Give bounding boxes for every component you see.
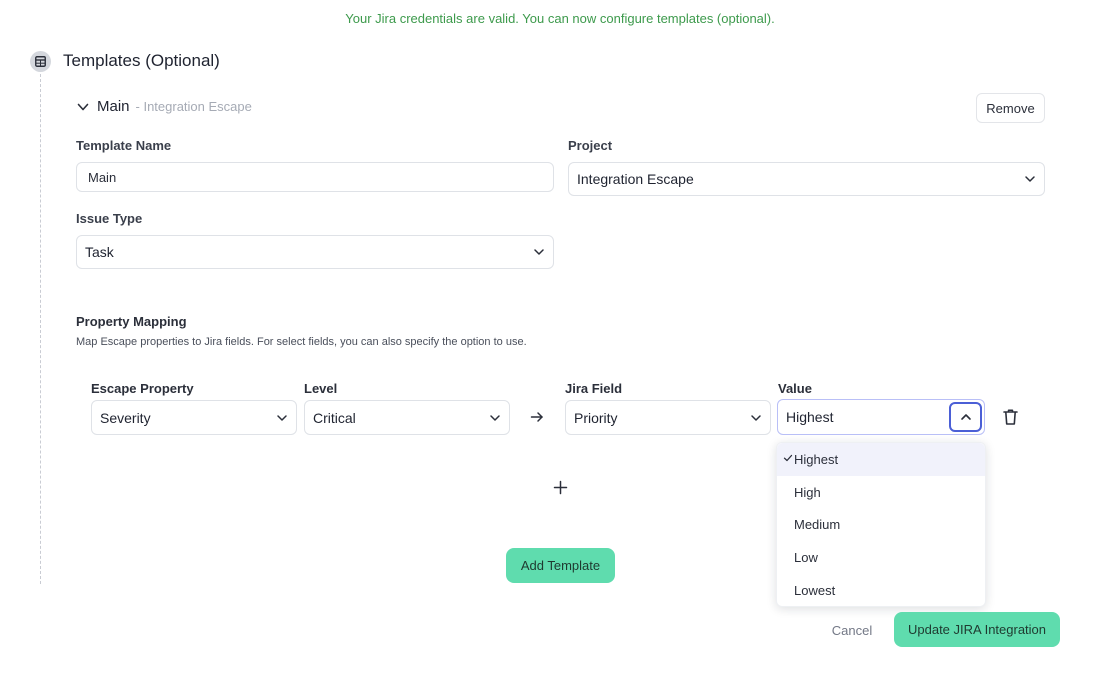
dropdown-option-lowest[interactable]: Lowest — [777, 574, 985, 607]
template-project-suffix: - Integration Escape — [135, 99, 252, 114]
cancel-button[interactable]: Cancel — [824, 613, 880, 647]
level-value: Critical — [313, 409, 356, 426]
check-icon — [783, 454, 793, 462]
level-label: Level — [304, 381, 338, 396]
escape-property-select[interactable]: Severity — [91, 400, 297, 435]
option-label: High — [794, 484, 821, 500]
trash-icon[interactable] — [1002, 408, 1019, 426]
template-name-input[interactable]: Main — [76, 162, 554, 192]
update-jira-integration-button[interactable]: Update JIRA Integration — [894, 612, 1060, 647]
escape-property-value: Severity — [100, 409, 151, 426]
dropdown-option-high[interactable]: High — [777, 476, 985, 509]
project-label: Project — [568, 138, 613, 153]
success-banner: Your Jira credentials are valid. You can… — [345, 11, 775, 26]
property-mapping-description: Map Escape properties to Jira fields. Fo… — [76, 336, 527, 348]
project-value: Integration Escape — [577, 171, 694, 187]
chevron-down-icon — [751, 414, 761, 421]
add-mapping-plus-icon[interactable] — [552, 479, 569, 496]
option-label: Low — [794, 550, 818, 566]
arrow-right-icon — [530, 412, 543, 422]
value-dropdown-toggle[interactable] — [949, 402, 982, 432]
dropdown-option-low[interactable]: Low — [777, 541, 985, 574]
add-template-button[interactable]: Add Template — [506, 548, 615, 583]
section-title: Templates (Optional) — [63, 51, 220, 70]
issue-type-select[interactable]: Task — [76, 235, 554, 269]
escape-property-label: Escape Property — [91, 381, 194, 396]
chevron-down-icon — [1025, 176, 1035, 182]
template-header[interactable]: Main - Integration Escape — [76, 98, 252, 115]
value-label: Value — [778, 381, 812, 396]
chevron-up-icon — [960, 414, 971, 420]
jira-field-select[interactable]: Priority — [565, 400, 771, 435]
property-mapping-title: Property Mapping — [76, 314, 187, 329]
chevron-down-icon — [534, 249, 544, 255]
option-label: Medium — [794, 517, 841, 533]
chevron-down-icon[interactable] — [76, 100, 90, 114]
table-icon — [30, 51, 51, 72]
value-combobox[interactable]: Highest — [777, 399, 985, 435]
value-dropdown-menu: Highest High Medium Low Lowest — [776, 442, 986, 607]
issue-type-value: Task — [85, 244, 114, 260]
chevron-down-icon — [490, 414, 500, 421]
chevron-down-icon — [277, 414, 287, 421]
level-select[interactable]: Critical — [304, 400, 510, 435]
option-label: Lowest — [794, 583, 836, 599]
remove-button[interactable]: Remove — [976, 93, 1045, 123]
template-name-label: Template Name — [76, 138, 172, 153]
value-input[interactable]: Highest — [786, 409, 833, 425]
issue-type-label: Issue Type — [76, 211, 143, 226]
option-label: Highest — [794, 451, 839, 467]
template-name-value: Main — [88, 169, 117, 185]
section-timeline — [40, 74, 41, 584]
jira-field-label: Jira Field — [565, 381, 623, 396]
project-select[interactable]: Integration Escape — [568, 162, 1045, 196]
dropdown-option-highest[interactable]: Highest — [777, 443, 985, 476]
dropdown-option-medium[interactable]: Medium — [777, 509, 985, 542]
template-name-heading: Main — [97, 98, 130, 115]
jira-field-value: Priority — [574, 409, 618, 426]
